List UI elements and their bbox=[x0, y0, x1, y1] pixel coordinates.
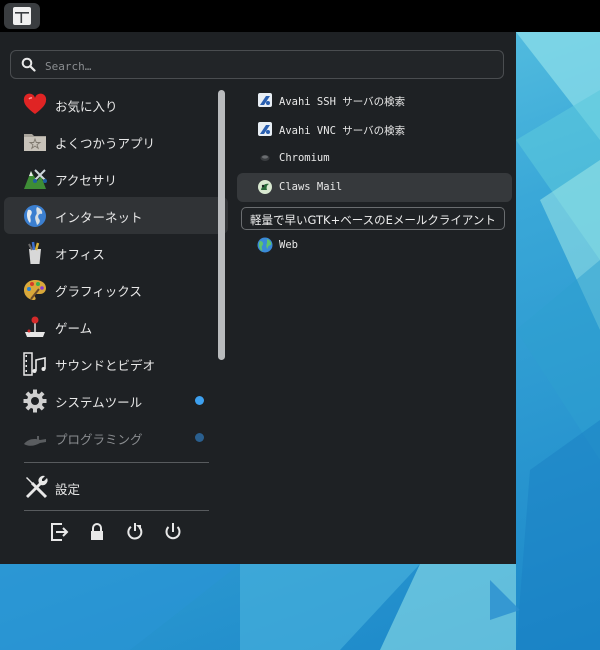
category-label: お気に入り bbox=[55, 99, 118, 114]
category-sound-video[interactable]: サウンドとビデオ bbox=[4, 345, 228, 382]
category-label: サウンドとビデオ bbox=[55, 358, 156, 373]
session-actions bbox=[42, 518, 192, 546]
heart-icon bbox=[23, 93, 47, 114]
accessories-icon bbox=[24, 169, 47, 189]
category-label: よくつかうアプリ bbox=[55, 136, 156, 151]
tooltip: 軽量で早いGTK+ベースのEメールクライアント bbox=[241, 207, 505, 230]
divider bbox=[24, 462, 209, 463]
search-box[interactable] bbox=[10, 50, 504, 79]
app-claws-mail[interactable]: Claws Mail bbox=[237, 173, 512, 202]
tools-icon bbox=[26, 475, 48, 499]
search-input[interactable] bbox=[43, 55, 497, 77]
category-programming[interactable]: プログラミング bbox=[4, 419, 228, 456]
settings-label: 設定 bbox=[55, 482, 81, 497]
category-office[interactable]: オフィス bbox=[4, 234, 228, 271]
tooltip-text: 軽量で早いGTK+ベースのEメールクライアント bbox=[250, 213, 496, 227]
category-favorites[interactable]: お気に入り bbox=[4, 86, 228, 123]
app-label: Avahi SSH サーバの検索 bbox=[279, 96, 406, 108]
divider bbox=[24, 510, 209, 511]
category-system-tools[interactable]: システムツール bbox=[4, 382, 228, 419]
globe-icon bbox=[24, 205, 46, 227]
new-badge-dot bbox=[195, 396, 204, 405]
settings-item[interactable]: 設定 bbox=[4, 469, 228, 505]
app-chromium[interactable]: Chromium bbox=[237, 144, 512, 173]
category-list: お気に入り よくつかうアプリ アクセサリ インターネット オフィス グラフィック… bbox=[4, 86, 228, 456]
palette-icon bbox=[24, 280, 46, 300]
category-label: システムツール bbox=[55, 395, 143, 410]
app-label: Web bbox=[279, 239, 298, 251]
category-accessories[interactable]: アクセサリ bbox=[4, 160, 228, 197]
application-list: Avahi SSH サーバの検索 Avahi VNC サーバの検索 Chromi… bbox=[237, 86, 512, 260]
category-games[interactable]: ゲーム bbox=[4, 308, 228, 345]
restart-icon[interactable] bbox=[123, 520, 147, 544]
application-menu-button[interactable] bbox=[4, 3, 40, 29]
menu-layout-icon bbox=[13, 7, 31, 25]
category-label: インターネット bbox=[55, 210, 143, 225]
search-icon bbox=[21, 57, 36, 72]
category-scrollbar[interactable] bbox=[218, 90, 225, 360]
office-icon bbox=[28, 241, 41, 264]
application-menu: お気に入り よくつかうアプリ アクセサリ bbox=[0, 32, 516, 564]
category-label: グラフィックス bbox=[55, 284, 142, 299]
app-label: Chromium bbox=[279, 152, 330, 164]
film-music-icon bbox=[23, 352, 46, 376]
app-avahi-vnc[interactable]: Avahi VNC サーバの検索 bbox=[237, 115, 512, 144]
category-label: ゲーム bbox=[55, 321, 93, 336]
avahi-icon bbox=[258, 93, 272, 107]
chromium-icon bbox=[260, 155, 270, 161]
category-recent[interactable]: よくつかうアプリ bbox=[4, 123, 228, 160]
category-internet[interactable]: インターネット bbox=[4, 197, 228, 234]
joystick-icon bbox=[25, 316, 45, 337]
category-label: プログラミング bbox=[55, 432, 143, 447]
claws-mail-icon bbox=[258, 180, 272, 194]
web-globe-icon bbox=[257, 237, 273, 253]
trowel-icon bbox=[24, 436, 46, 446]
app-label: Claws Mail bbox=[279, 181, 343, 193]
logout-icon[interactable] bbox=[47, 520, 71, 544]
category-label: オフィス bbox=[55, 247, 105, 262]
gear-icon bbox=[23, 389, 47, 413]
app-label: Avahi VNC サーバの検索 bbox=[279, 125, 406, 137]
top-panel bbox=[0, 0, 600, 32]
lock-icon[interactable] bbox=[85, 520, 109, 544]
category-label: アクセサリ bbox=[55, 173, 117, 188]
app-web[interactable]: Web bbox=[237, 231, 512, 260]
app-avahi-ssh[interactable]: Avahi SSH サーバの検索 bbox=[237, 86, 512, 115]
new-badge-dot bbox=[195, 433, 204, 442]
recent-folder-icon bbox=[24, 134, 46, 151]
avahi-icon bbox=[258, 122, 272, 136]
power-icon[interactable] bbox=[161, 520, 185, 544]
category-graphics[interactable]: グラフィックス bbox=[4, 271, 228, 308]
